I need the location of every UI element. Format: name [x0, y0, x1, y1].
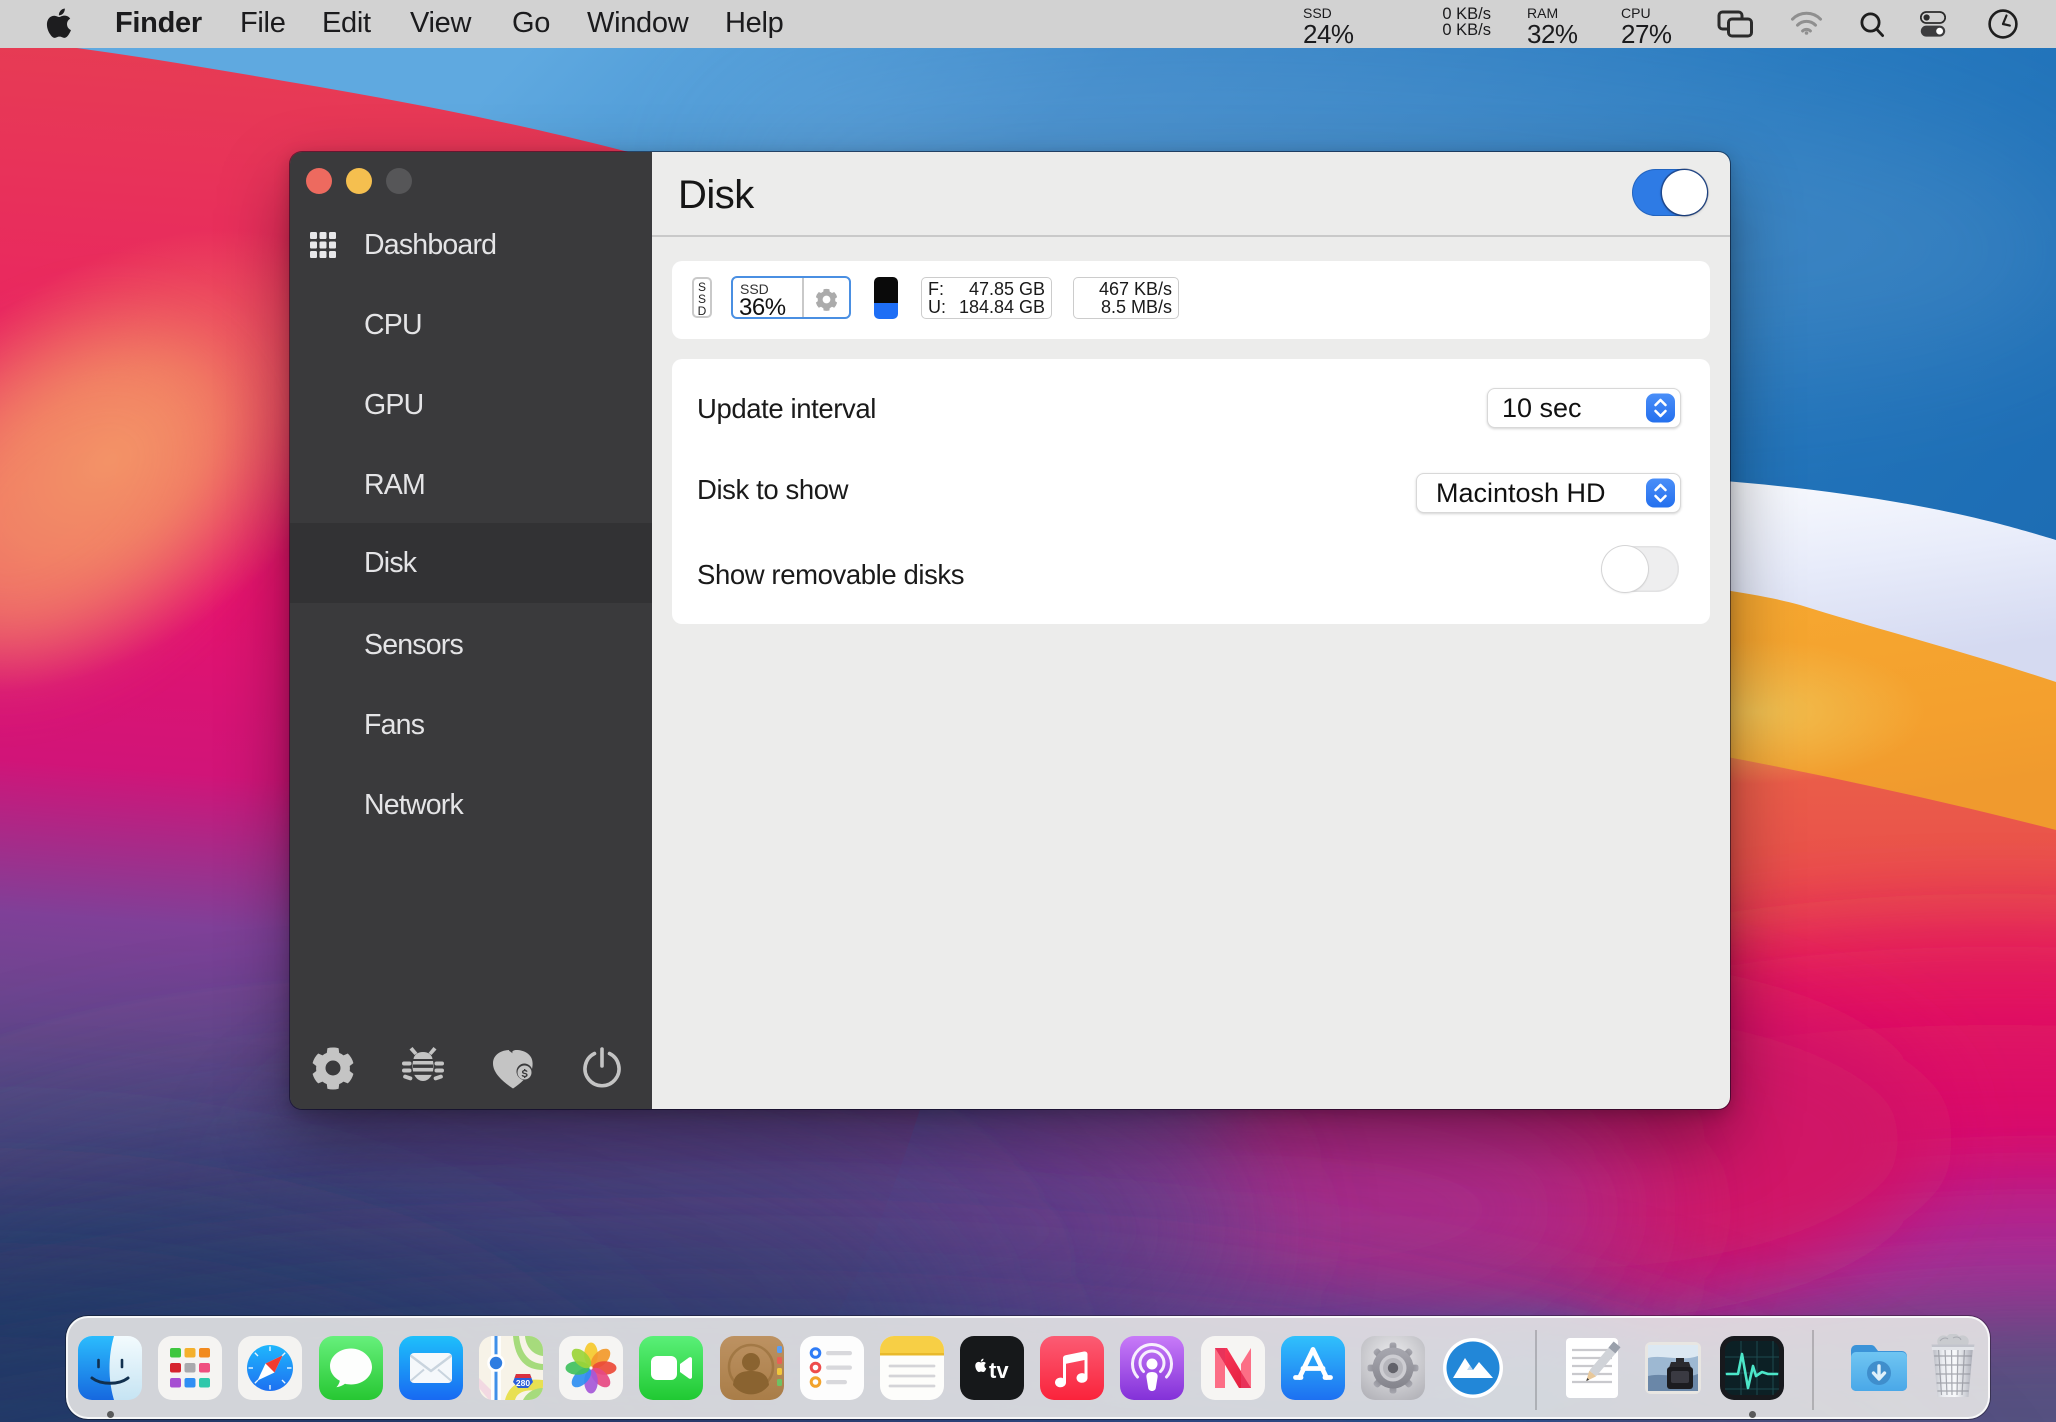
svg-text:280: 280 — [516, 1378, 530, 1388]
svg-text:tv: tv — [989, 1358, 1009, 1383]
